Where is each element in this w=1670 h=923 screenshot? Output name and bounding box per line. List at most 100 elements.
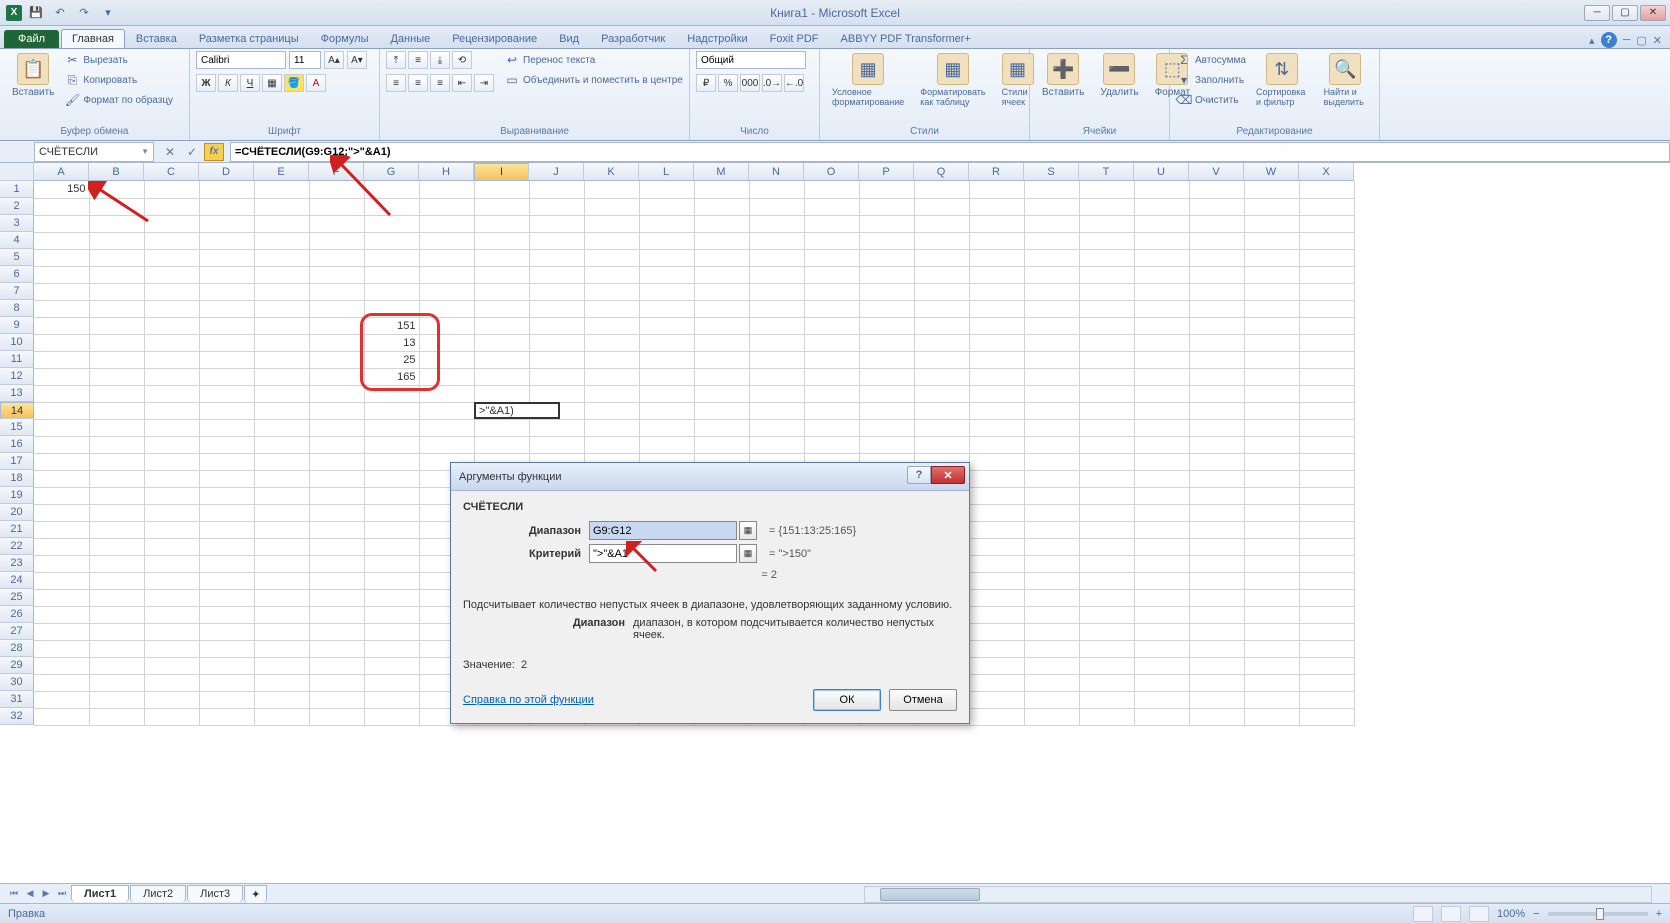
cell-A19[interactable] (34, 487, 89, 504)
cell-U13[interactable] (1134, 385, 1189, 402)
cell-T10[interactable] (1079, 334, 1134, 351)
cell-B22[interactable] (89, 538, 144, 555)
cell-E14[interactable] (254, 402, 309, 419)
cell-J2[interactable] (529, 198, 584, 215)
arg2-ref-button[interactable]: ▦ (739, 544, 757, 563)
fill-color-button[interactable]: 🪣 (284, 74, 304, 92)
cell-C14[interactable] (144, 402, 199, 419)
cell-D21[interactable] (199, 521, 254, 538)
cell-H11[interactable] (419, 351, 474, 368)
zoom-slider[interactable] (1548, 912, 1648, 916)
cell-K2[interactable] (584, 198, 639, 215)
cell-I3[interactable] (474, 215, 529, 232)
cell-B21[interactable] (89, 521, 144, 538)
cell-A3[interactable] (34, 215, 89, 232)
cell-D30[interactable] (199, 674, 254, 691)
cell-R18[interactable] (969, 470, 1024, 487)
cell-C31[interactable] (144, 691, 199, 708)
row-header-25[interactable]: 25 (0, 589, 34, 606)
cell-V24[interactable] (1189, 572, 1244, 589)
select-all-corner[interactable] (0, 163, 34, 181)
cell-V8[interactable] (1189, 300, 1244, 317)
cell-V4[interactable] (1189, 232, 1244, 249)
cell-S5[interactable] (1024, 249, 1079, 266)
comma-button[interactable]: 000 (740, 74, 760, 92)
cell-N8[interactable] (749, 300, 804, 317)
dialog-title-bar[interactable]: Аргументы функции ? ✕ (451, 463, 969, 491)
cell-D29[interactable] (199, 657, 254, 674)
cell-B9[interactable] (89, 317, 144, 334)
col-header-K[interactable]: K (584, 163, 639, 181)
workbook-close-icon[interactable]: ✕ (1653, 34, 1662, 47)
cell-H1[interactable] (419, 181, 474, 198)
cell-B1[interactable] (89, 181, 144, 198)
col-header-D[interactable]: D (199, 163, 254, 181)
cell-A8[interactable] (34, 300, 89, 317)
tab-formulas[interactable]: Формулы (310, 29, 380, 48)
cell-S4[interactable] (1024, 232, 1079, 249)
cell-N7[interactable] (749, 283, 804, 300)
cell-F18[interactable] (309, 470, 364, 487)
col-header-B[interactable]: B (89, 163, 144, 181)
cell-T5[interactable] (1079, 249, 1134, 266)
cell-U20[interactable] (1134, 504, 1189, 521)
cell-T7[interactable] (1079, 283, 1134, 300)
cell-N3[interactable] (749, 215, 804, 232)
row-header-32[interactable]: 32 (0, 708, 34, 725)
cell-A5[interactable] (34, 249, 89, 266)
cell-U18[interactable] (1134, 470, 1189, 487)
cell-V18[interactable] (1189, 470, 1244, 487)
cell-X8[interactable] (1299, 300, 1354, 317)
cell-X12[interactable] (1299, 368, 1354, 385)
normal-view-button[interactable] (1413, 906, 1433, 922)
cell-B12[interactable] (89, 368, 144, 385)
cell-G28[interactable] (364, 640, 419, 657)
insert-cells-button[interactable]: ➕Вставить (1036, 51, 1090, 100)
cell-S7[interactable] (1024, 283, 1079, 300)
cell-D18[interactable] (199, 470, 254, 487)
cell-R11[interactable] (969, 351, 1024, 368)
cell-B26[interactable] (89, 606, 144, 623)
cell-K16[interactable] (584, 436, 639, 453)
cell-M7[interactable] (694, 283, 749, 300)
cell-C16[interactable] (144, 436, 199, 453)
cell-B19[interactable] (89, 487, 144, 504)
cell-E11[interactable] (254, 351, 309, 368)
cell-W3[interactable] (1244, 215, 1299, 232)
cell-F16[interactable] (309, 436, 364, 453)
cell-P10[interactable] (859, 334, 914, 351)
cell-W10[interactable] (1244, 334, 1299, 351)
cell-T8[interactable] (1079, 300, 1134, 317)
cell-J6[interactable] (529, 266, 584, 283)
cell-U31[interactable] (1134, 691, 1189, 708)
paste-button[interactable]: 📋Вставить (6, 51, 60, 100)
cell-P4[interactable] (859, 232, 914, 249)
cell-E1[interactable] (254, 181, 309, 198)
cell-U4[interactable] (1134, 232, 1189, 249)
cell-F17[interactable] (309, 453, 364, 470)
cell-U24[interactable] (1134, 572, 1189, 589)
cell-G14[interactable] (364, 402, 419, 419)
cell-F28[interactable] (309, 640, 364, 657)
cell-T27[interactable] (1079, 623, 1134, 640)
cell-D22[interactable] (199, 538, 254, 555)
cell-V23[interactable] (1189, 555, 1244, 572)
cell-W8[interactable] (1244, 300, 1299, 317)
cell-O3[interactable] (804, 215, 859, 232)
cell-N15[interactable] (749, 419, 804, 436)
cell-B29[interactable] (89, 657, 144, 674)
cell-O5[interactable] (804, 249, 859, 266)
col-header-Q[interactable]: Q (914, 163, 969, 181)
cell-C23[interactable] (144, 555, 199, 572)
col-header-P[interactable]: P (859, 163, 914, 181)
cell-E17[interactable] (254, 453, 309, 470)
cell-I9[interactable] (474, 317, 529, 334)
cell-F27[interactable] (309, 623, 364, 640)
cell-E12[interactable] (254, 368, 309, 385)
cell-G2[interactable] (364, 198, 419, 215)
cell-C21[interactable] (144, 521, 199, 538)
cell-X29[interactable] (1299, 657, 1354, 674)
cell-M4[interactable] (694, 232, 749, 249)
cell-N12[interactable] (749, 368, 804, 385)
cell-V5[interactable] (1189, 249, 1244, 266)
